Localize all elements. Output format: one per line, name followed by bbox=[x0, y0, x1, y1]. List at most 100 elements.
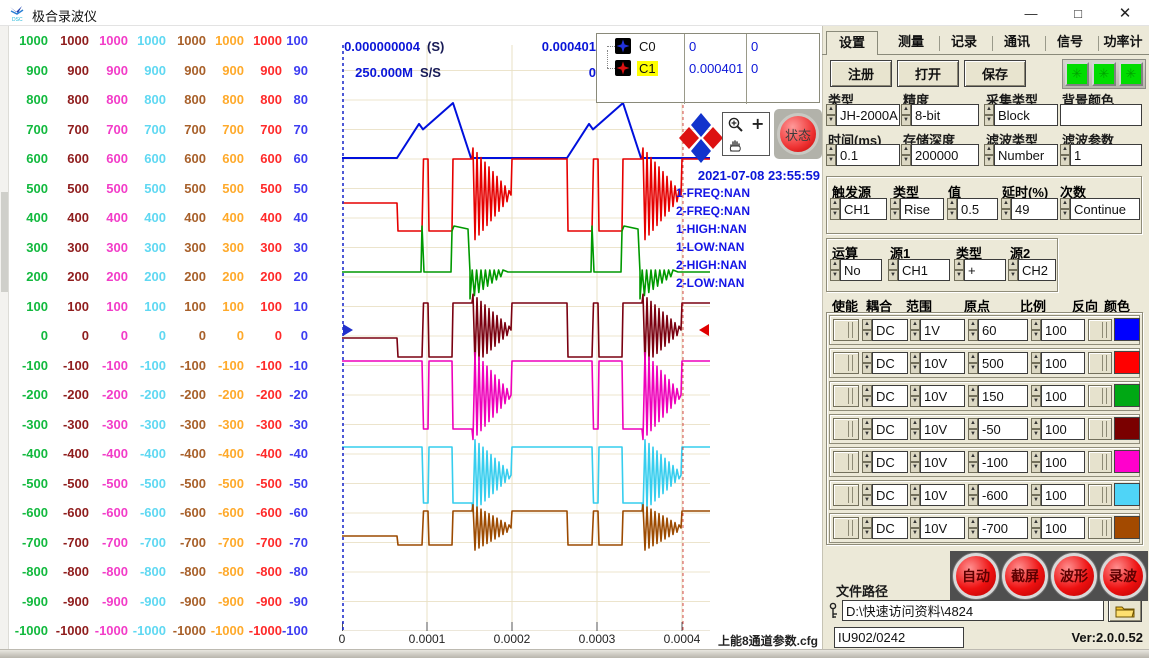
channel-color-swatch[interactable] bbox=[1114, 483, 1140, 506]
channel-invert-toggle[interactable] bbox=[1088, 352, 1112, 374]
channel-scale[interactable]: 100 bbox=[1041, 352, 1085, 374]
channel-scale[interactable]: 100 bbox=[1041, 517, 1085, 539]
tab-通讯[interactable]: 通讯 bbox=[991, 31, 1043, 53]
spinner-control[interactable]: ▲▼ bbox=[910, 418, 920, 440]
channel-color-swatch[interactable] bbox=[1114, 318, 1140, 341]
channel-origin[interactable]: -100 bbox=[978, 451, 1028, 473]
spinner-control[interactable]: ▲▼ bbox=[1031, 517, 1041, 539]
spinner-control[interactable]: ▲▼ bbox=[954, 259, 964, 281]
spinner-control[interactable]: ▲▼ bbox=[826, 144, 836, 166]
spinner-control[interactable]: ▲▼ bbox=[910, 385, 920, 407]
spinner-control[interactable]: ▲▼ bbox=[826, 104, 836, 126]
setting-存储深度[interactable]: 200000 bbox=[911, 144, 979, 166]
channel-invert-toggle[interactable] bbox=[1088, 385, 1112, 407]
cursor-tree-icon[interactable] bbox=[615, 38, 631, 54]
channel-scale[interactable]: 100 bbox=[1041, 385, 1085, 407]
channel-coupling[interactable]: DC bbox=[872, 385, 908, 407]
spinner-control[interactable]: ▲▼ bbox=[862, 319, 872, 341]
channel-color-swatch[interactable] bbox=[1114, 351, 1140, 374]
channel-scale[interactable]: 100 bbox=[1041, 418, 1085, 440]
browse-folder-button[interactable] bbox=[1108, 599, 1142, 622]
spinner-control[interactable]: ▲▼ bbox=[1060, 198, 1070, 220]
minimize-button[interactable]: — bbox=[1008, 0, 1054, 26]
setting-时间(ms)[interactable]: 0.1 bbox=[836, 144, 900, 166]
crosshair-cursor-icon[interactable]: + bbox=[751, 114, 764, 133]
trigger-次数[interactable]: Continue bbox=[1070, 198, 1140, 220]
channel-coupling[interactable]: DC bbox=[872, 484, 908, 506]
led-button[interactable]: ✳ bbox=[1119, 62, 1143, 86]
spinner-control[interactable]: ▲▼ bbox=[1031, 385, 1041, 407]
math-源2[interactable]: CH2 bbox=[1018, 259, 1056, 281]
spinner-control[interactable]: ▲▼ bbox=[968, 352, 978, 374]
channel-range[interactable]: 10V bbox=[920, 352, 965, 374]
channel-range[interactable]: 10V bbox=[920, 517, 965, 539]
action-button-录波[interactable]: 录波 bbox=[1100, 553, 1146, 599]
spinner-control[interactable]: ▲▼ bbox=[862, 418, 872, 440]
math-类型[interactable]: + bbox=[964, 259, 1006, 281]
channel-invert-toggle[interactable] bbox=[1088, 484, 1112, 506]
panel-button-保存[interactable]: 保存 bbox=[964, 60, 1026, 87]
spinner-control[interactable]: ▲▼ bbox=[830, 259, 840, 281]
cursor-tree-icon[interactable] bbox=[615, 60, 631, 76]
setting-类型[interactable]: JH-2000A bbox=[836, 104, 900, 126]
spinner-control[interactable]: ▲▼ bbox=[1031, 418, 1041, 440]
spinner-control[interactable]: ▲▼ bbox=[984, 104, 994, 126]
tab-信号[interactable]: 信号 bbox=[1044, 31, 1096, 53]
spinner-control[interactable]: ▲▼ bbox=[1031, 451, 1041, 473]
channel-origin[interactable]: 60 bbox=[978, 319, 1028, 341]
spinner-control[interactable]: ▲▼ bbox=[910, 484, 920, 506]
math-源1[interactable]: CH1 bbox=[898, 259, 950, 281]
setting-精度[interactable]: 8-bit bbox=[911, 104, 979, 126]
channel-scale[interactable]: 100 bbox=[1041, 319, 1085, 341]
spinner-control[interactable]: ▲▼ bbox=[968, 517, 978, 539]
channel-enable-toggle[interactable] bbox=[833, 418, 859, 440]
spinner-control[interactable]: ▲▼ bbox=[1031, 352, 1041, 374]
spinner-control[interactable]: ▲▼ bbox=[862, 484, 872, 506]
channel-enable-toggle[interactable] bbox=[833, 385, 859, 407]
channel-enable-toggle[interactable] bbox=[833, 451, 859, 473]
panel-button-注册[interactable]: 注册 bbox=[830, 60, 892, 87]
channel-coupling[interactable]: DC bbox=[872, 319, 908, 341]
tab-设置[interactable]: 设置 bbox=[826, 31, 878, 55]
spinner-control[interactable]: ▲▼ bbox=[901, 144, 911, 166]
channel-invert-toggle[interactable] bbox=[1088, 451, 1112, 473]
background-color-box[interactable] bbox=[1060, 104, 1142, 126]
spinner-control[interactable]: ▲▼ bbox=[862, 352, 872, 374]
channel-coupling[interactable]: DC bbox=[872, 418, 908, 440]
channel-origin[interactable]: -50 bbox=[978, 418, 1028, 440]
spinner-control[interactable]: ▲▼ bbox=[1008, 259, 1018, 281]
zoom-icon[interactable] bbox=[727, 116, 745, 134]
channel-enable-toggle[interactable] bbox=[833, 319, 859, 341]
spinner-control[interactable]: ▲▼ bbox=[1001, 198, 1011, 220]
spinner-control[interactable]: ▲▼ bbox=[888, 259, 898, 281]
spinner-control[interactable]: ▲▼ bbox=[968, 418, 978, 440]
setting-采集类型[interactable]: Block bbox=[994, 104, 1058, 126]
status-button[interactable]: 状态 bbox=[774, 109, 822, 159]
action-button-波形[interactable]: 波形 bbox=[1051, 553, 1097, 599]
trigger-延时(%)[interactable]: 49 bbox=[1011, 198, 1058, 220]
tab-测量[interactable]: 测量 bbox=[885, 31, 937, 53]
spinner-control[interactable]: ▲▼ bbox=[968, 451, 978, 473]
spinner-control[interactable]: ▲▼ bbox=[830, 198, 840, 220]
setting-滤波参数[interactable]: 1 bbox=[1070, 144, 1142, 166]
cursor-c1-marker[interactable] bbox=[699, 324, 709, 336]
close-button[interactable]: ✕ bbox=[1102, 0, 1148, 26]
spinner-control[interactable]: ▲▼ bbox=[910, 352, 920, 374]
trigger-触发源[interactable]: CH1 bbox=[840, 198, 887, 220]
led-button[interactable]: ✳ bbox=[1065, 62, 1089, 86]
channel-range[interactable]: 10V bbox=[920, 385, 965, 407]
math-运算[interactable]: No bbox=[840, 259, 882, 281]
channel-range[interactable]: 10V bbox=[920, 484, 965, 506]
spinner-control[interactable]: ▲▼ bbox=[968, 484, 978, 506]
action-button-截屏[interactable]: 截屏 bbox=[1002, 553, 1048, 599]
spinner-control[interactable]: ▲▼ bbox=[1031, 484, 1041, 506]
channel-range[interactable]: 1V bbox=[920, 319, 965, 341]
device-id-input[interactable] bbox=[834, 627, 964, 648]
led-button[interactable]: ✳ bbox=[1092, 62, 1116, 86]
pan-hand-icon[interactable] bbox=[728, 137, 744, 153]
spinner-control[interactable]: ▲▼ bbox=[862, 385, 872, 407]
spinner-control[interactable]: ▲▼ bbox=[1060, 144, 1070, 166]
channel-coupling[interactable]: DC bbox=[872, 451, 908, 473]
maximize-button[interactable]: □ bbox=[1055, 0, 1101, 26]
channel-enable-toggle[interactable] bbox=[833, 352, 859, 374]
